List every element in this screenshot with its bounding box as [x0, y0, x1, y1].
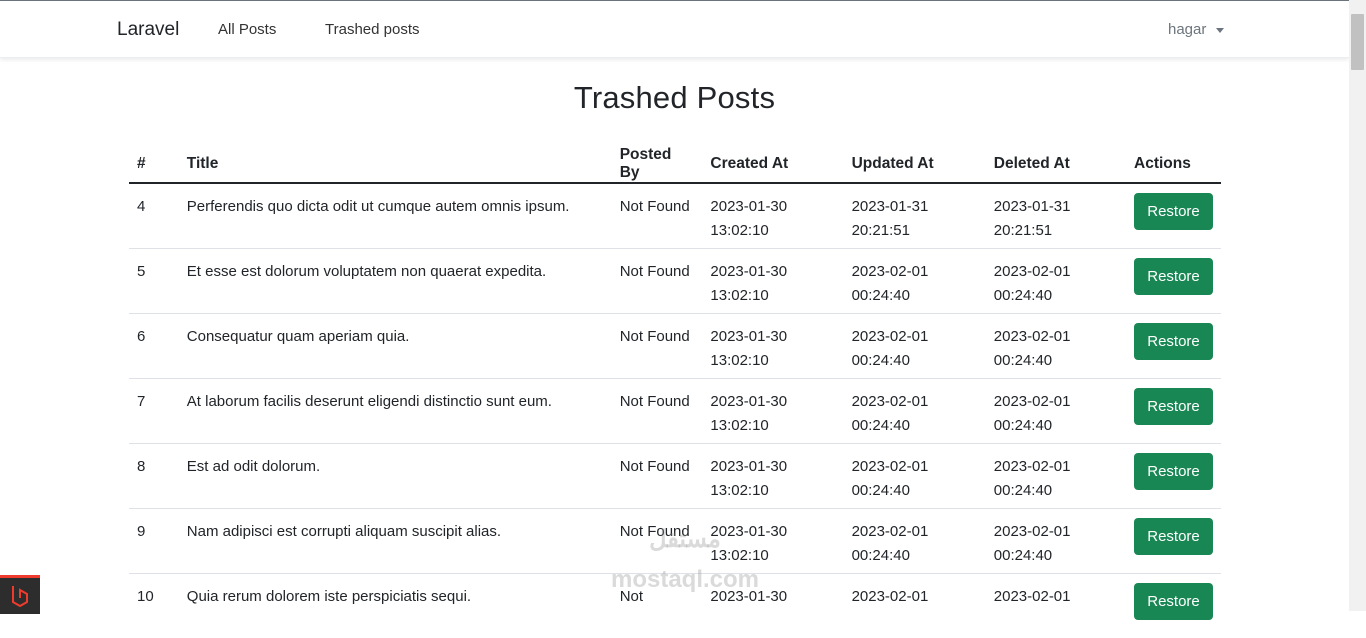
header-id: # [129, 146, 179, 183]
restore-button[interactable]: Restore [1134, 193, 1213, 230]
header-title: Title [179, 146, 612, 183]
cell-deleted-at: 2023-02-01 00:24:40 [986, 249, 1126, 314]
cell-actions: Restore [1126, 249, 1221, 314]
table-row: 8Est ad odit dolorum.Not Found2023-01-30… [129, 444, 1221, 509]
restore-button[interactable]: Restore [1134, 518, 1213, 555]
cell-created-at: 2023-01-30 13:02:10 [702, 379, 843, 444]
restore-button[interactable]: Restore [1134, 388, 1213, 425]
header-deleted-at: Deleted At [986, 146, 1126, 183]
user-dropdown[interactable]: hagar [1168, 21, 1206, 38]
cell-posted-by: Not Found [612, 379, 703, 444]
cell-deleted-at: 2023-02-01 00:24:40 [986, 509, 1126, 574]
cell-actions: Restore [1126, 444, 1221, 509]
cell-deleted-at: 2023-02-01 00:24:40 [986, 314, 1126, 379]
cell-title: Perferendis quo dicta odit ut cumque aut… [179, 183, 612, 249]
table-header-row: # Title Posted By Created At Updated At … [129, 146, 1221, 183]
cell-title: Quia rerum dolorem iste perspiciatis seq… [179, 574, 612, 638]
restore-button[interactable]: Restore [1134, 323, 1213, 360]
cell-updated-at: 2023-02-01 00:24:40 [844, 509, 986, 574]
laravel-logo-icon [0, 575, 40, 614]
cell-actions: Restore [1126, 574, 1221, 638]
cell-deleted-at: 2023-02-01 00:24:40 [986, 379, 1126, 444]
cell-id: 9 [129, 509, 179, 574]
cell-posted-by: Not Found [612, 314, 703, 379]
cell-id: 4 [129, 183, 179, 249]
caret-down-icon[interactable] [1216, 28, 1224, 33]
cell-deleted-at: 2023-02-01 [986, 574, 1126, 638]
scrollbar-thumb[interactable] [1351, 14, 1364, 70]
cell-id: 5 [129, 249, 179, 314]
cell-posted-by: Not Found [612, 249, 703, 314]
navbar: Laravel All Posts Trashed posts hagar [0, 1, 1349, 58]
table-row: 9Nam adipisci est corrupti aliquam susci… [129, 509, 1221, 574]
table-row: 4Perferendis quo dicta odit ut cumque au… [129, 183, 1221, 249]
cell-title: Est ad odit dolorum. [179, 444, 612, 509]
restore-button[interactable]: Restore [1134, 583, 1213, 620]
cell-title: Nam adipisci est corrupti aliquam suscip… [179, 509, 612, 574]
cell-created-at: 2023-01-30 13:02:10 [702, 444, 843, 509]
cell-id: 7 [129, 379, 179, 444]
cell-title: Et esse est dolorum voluptatem non quaer… [179, 249, 612, 314]
cell-deleted-at: 2023-02-01 00:24:40 [986, 444, 1126, 509]
cell-id: 8 [129, 444, 179, 509]
scrollbar-track[interactable] [1349, 0, 1366, 611]
cell-updated-at: 2023-02-01 00:24:40 [844, 314, 986, 379]
cell-posted-by: Not Found [612, 183, 703, 249]
cell-updated-at: 2023-01-31 20:21:51 [844, 183, 986, 249]
restore-button[interactable]: Restore [1134, 258, 1213, 295]
header-actions: Actions [1126, 146, 1221, 183]
cell-posted-by: Not Found [612, 509, 703, 574]
header-updated-at: Updated At [844, 146, 986, 183]
table-row: 10Quia rerum dolorem iste perspiciatis s… [129, 574, 1221, 638]
cell-updated-at: 2023-02-01 00:24:40 [844, 249, 986, 314]
nav-link-trashed-posts[interactable]: Trashed posts [325, 21, 420, 38]
table-row: 5Et esse est dolorum voluptatem non quae… [129, 249, 1221, 314]
cell-posted-by: Not [612, 574, 703, 638]
cell-updated-at: 2023-02-01 00:24:40 [844, 379, 986, 444]
brand-link[interactable]: Laravel [117, 19, 179, 41]
cell-deleted-at: 2023-01-31 20:21:51 [986, 183, 1126, 249]
cell-updated-at: 2023-02-01 [844, 574, 986, 638]
cell-actions: Restore [1126, 379, 1221, 444]
cell-created-at: 2023-01-30 13:02:10 [702, 249, 843, 314]
cell-id: 10 [129, 574, 179, 638]
trashed-posts-table: # Title Posted By Created At Updated At … [129, 146, 1221, 638]
header-created-at: Created At [702, 146, 843, 183]
cell-id: 6 [129, 314, 179, 379]
cell-actions: Restore [1126, 509, 1221, 574]
table-row: 6Consequatur quam aperiam quia.Not Found… [129, 314, 1221, 379]
page-title: Trashed Posts [0, 80, 1349, 116]
table-row: 7At laborum facilis deserunt eligendi di… [129, 379, 1221, 444]
cell-created-at: 2023-01-30 13:02:10 [702, 509, 843, 574]
cell-created-at: 2023-01-30 [702, 574, 843, 638]
cell-title: At laborum facilis deserunt eligendi dis… [179, 379, 612, 444]
header-posted-by: Posted By [612, 146, 703, 183]
cell-actions: Restore [1126, 314, 1221, 379]
cell-actions: Restore [1126, 183, 1221, 249]
cell-created-at: 2023-01-30 13:02:10 [702, 314, 843, 379]
restore-button[interactable]: Restore [1134, 453, 1213, 490]
nav-link-all-posts[interactable]: All Posts [218, 21, 276, 38]
cell-posted-by: Not Found [612, 444, 703, 509]
cell-updated-at: 2023-02-01 00:24:40 [844, 444, 986, 509]
cell-title: Consequatur quam aperiam quia. [179, 314, 612, 379]
cell-created-at: 2023-01-30 13:02:10 [702, 183, 843, 249]
